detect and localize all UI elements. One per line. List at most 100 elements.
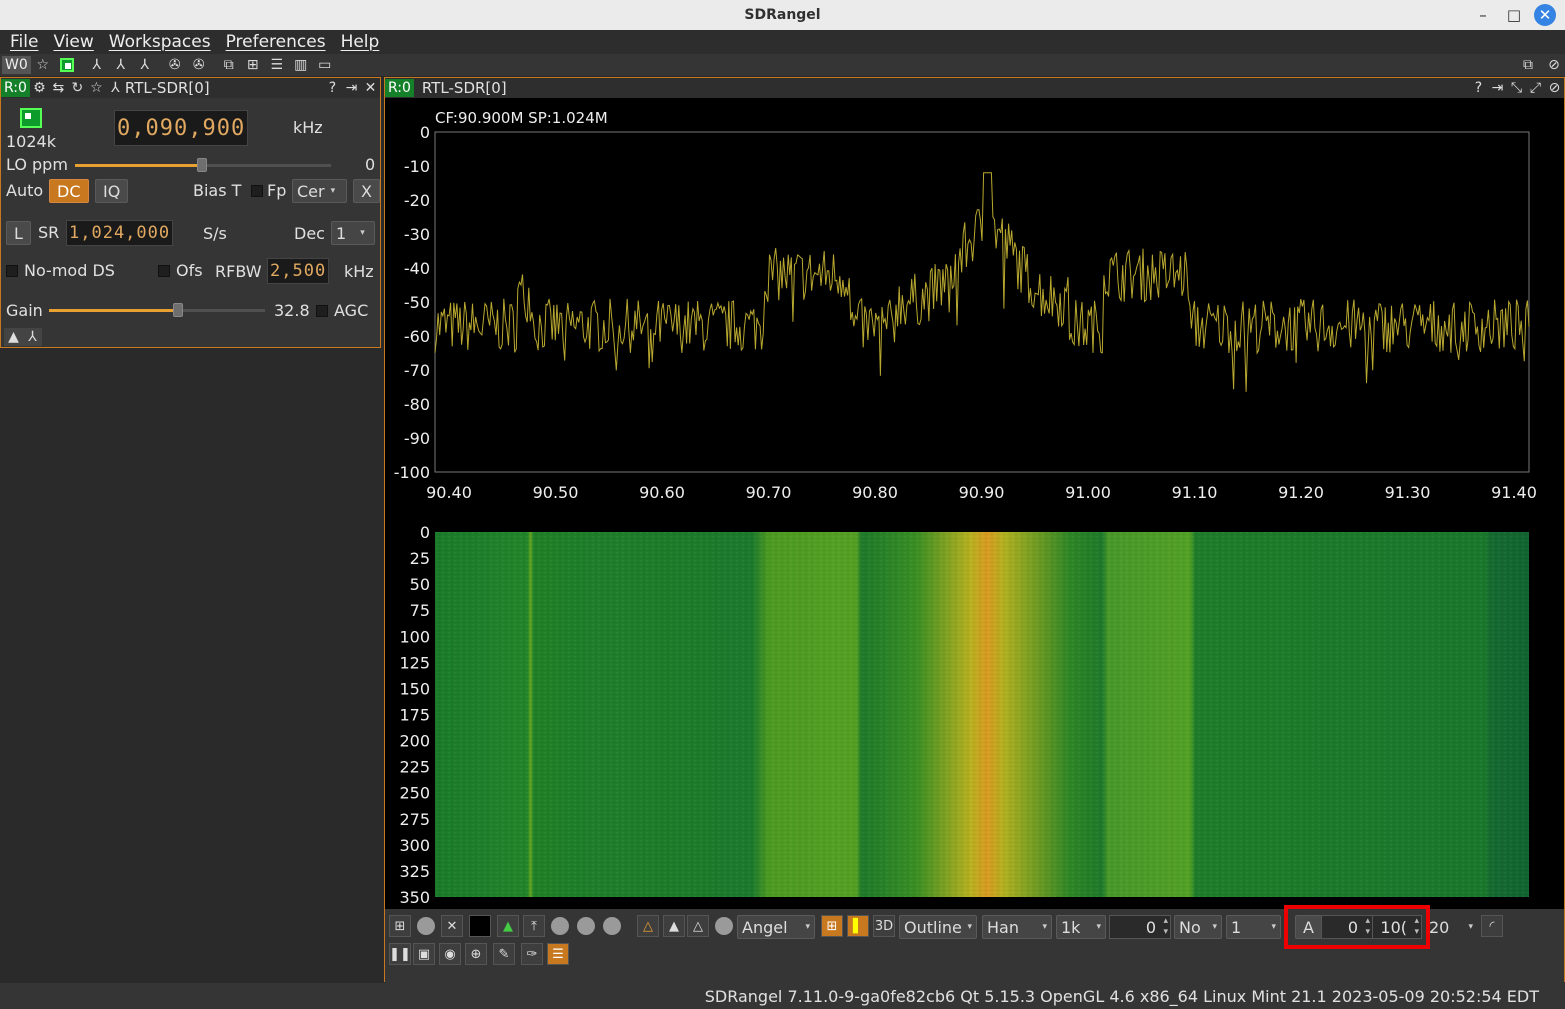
add-rx-device-icon[interactable]: ⅄ — [87, 56, 107, 74]
fp-combo[interactable]: Cer ▾ — [292, 179, 347, 203]
save-icon[interactable]: ▣ — [413, 943, 435, 965]
waterfall-tick-label: 50 — [410, 575, 430, 594]
menu-preferences[interactable]: Preferences — [226, 32, 326, 52]
ref-level-spin[interactable]: 0 — [1321, 915, 1373, 939]
spectrum-display[interactable]: 0 -10 -20 -30 -40 -50 -60 -70 -80 -90 -10090.40 90.… — [385, 98, 1564, 909]
calibration-icon[interactable]: ✎ — [493, 943, 515, 965]
title-bar: SDRangel – □ ✕ — [0, 0, 1565, 30]
settings-tool-icon[interactable]: ✑ — [521, 943, 543, 965]
add-channel-icon[interactable]: ⅄ — [23, 328, 42, 346]
maximize-spectrum-icon[interactable]: ⤢ — [1526, 79, 1545, 97]
wf-color-icon[interactable]: ▌ — [847, 915, 869, 937]
palette-combo[interactable]: Angel ▾ — [737, 915, 815, 939]
fft-window-combo[interactable]: Han ▾ — [982, 915, 1052, 939]
color-map-icon[interactable]: ⊞ — [821, 915, 843, 937]
help-icon[interactable]: ? — [323, 79, 342, 97]
linear-scale-icon[interactable]: ◜ — [1481, 915, 1503, 937]
change-device-icon[interactable]: ⇆ — [49, 79, 68, 97]
max-hold-icon[interactable]: ⤒ — [523, 915, 545, 937]
stack-windows-icon[interactable]: ☰ — [267, 56, 287, 74]
close-panel-icon[interactable]: ✕ — [361, 79, 380, 97]
menu-view[interactable]: View — [53, 32, 93, 52]
tile-windows-icon[interactable]: ⊞ — [243, 56, 263, 74]
x-button[interactable]: X — [353, 179, 380, 203]
stroke-icon[interactable] — [603, 917, 621, 935]
dc-button[interactable]: DC — [49, 179, 89, 203]
show-spectrum-icon[interactable]: ▲ — [4, 328, 23, 346]
measure-icon[interactable]: ◉ — [439, 943, 461, 965]
annotations-icon[interactable]: ☰ — [547, 943, 569, 965]
iq-button[interactable]: IQ — [95, 179, 129, 203]
decay-divisor-icon[interactable] — [577, 917, 595, 935]
x-tick-label: 91.40 — [1491, 483, 1537, 502]
start-button[interactable] — [20, 108, 42, 128]
fft-overlap-spin[interactable]: 0 — [1109, 915, 1171, 939]
menu-file[interactable]: File — [10, 32, 38, 52]
spectrum-help-icon[interactable]: ? — [1469, 79, 1488, 97]
cascade-windows-icon[interactable]: ⧉ — [219, 56, 239, 74]
maximize-button[interactable]: □ — [1503, 4, 1525, 26]
current-trace-icon[interactable]: ▲ — [663, 915, 685, 937]
settings-icon[interactable]: ⚙ — [30, 79, 49, 97]
add-feature-icon[interactable]: ✇ — [165, 56, 185, 74]
add-mimo-device-icon[interactable]: ⅄ — [135, 56, 155, 74]
max-hold-trace-icon[interactable]: △ — [637, 915, 659, 937]
menu-bar: File View Workspaces Preferences Help — [0, 30, 1565, 54]
move-icon[interactable]: ⇥ — [342, 79, 361, 97]
style-combo[interactable]: Outline ▾ — [899, 915, 977, 939]
spectrum-move-icon[interactable]: ⇥ — [1488, 79, 1507, 97]
y-tick-label: -100 — [394, 463, 430, 482]
minimize-button[interactable]: – — [1472, 4, 1494, 26]
histogram-icon[interactable]: △ — [687, 915, 709, 937]
stack-columns-icon[interactable]: ▥ — [291, 56, 311, 74]
menu-workspaces[interactable]: Workspaces — [109, 32, 211, 52]
lo-ppm-slider[interactable] — [75, 158, 331, 172]
auto-stack-icon[interactable]: ▭ — [315, 56, 335, 74]
ofs-checkbox[interactable]: Ofs — [158, 261, 203, 280]
frequency-dial[interactable]: 0,090,900 — [114, 110, 249, 146]
averaging-count-combo[interactable]: 1 ▾ — [1226, 915, 1281, 939]
3d-spectrogram-icon[interactable]: 3D — [873, 915, 895, 937]
workspace-button[interactable]: W0 — [2, 56, 31, 74]
decay-icon[interactable] — [551, 917, 569, 935]
auto-scale-button[interactable]: A — [1295, 915, 1322, 939]
grid-icon[interactable]: ⊞ — [389, 915, 411, 937]
y-tick-label: 0 — [420, 123, 430, 142]
hide-icon[interactable]: ⊘ — [1544, 56, 1564, 74]
fps-combo[interactable]: 20 ▾ — [1425, 915, 1477, 939]
range-spin[interactable]: 10( — [1372, 915, 1422, 939]
dec-combo-value: 1 — [336, 223, 347, 243]
x-tick-label: 91.20 — [1278, 483, 1324, 502]
features-icon[interactable]: ✇ — [189, 56, 209, 74]
start-stop-icon[interactable] — [57, 56, 77, 74]
fft-size-combo[interactable]: 1k ▾ — [1056, 915, 1106, 939]
clear-icon[interactable]: ✕ — [441, 915, 463, 937]
nomod-checkbox[interactable]: No-mod DS — [6, 261, 115, 280]
waterfall-tick-label: 25 — [410, 549, 430, 568]
add-tx-device-icon[interactable]: ⅄ — [111, 56, 131, 74]
close-button[interactable]: ✕ — [1534, 4, 1556, 26]
markers-icon[interactable]: ⊕ — [465, 943, 487, 965]
gain-knob[interactable] — [173, 303, 183, 317]
undock-icon[interactable]: ⧉ — [1518, 56, 1538, 74]
rfbw-dial[interactable]: 2,500 — [267, 258, 330, 284]
averaging-mode-combo[interactable]: No ▾ — [1174, 915, 1222, 939]
background-icon[interactable] — [469, 915, 491, 937]
spectrum-header: R:0 RTL-SDR[0] ? ⇥ ⤡ ⤢ ⊘ — [385, 78, 1564, 98]
sample-rate-dial[interactable]: 1,024,000 — [66, 220, 174, 246]
reload-icon[interactable]: ↻ — [68, 79, 87, 97]
menu-help[interactable]: Help — [341, 32, 380, 52]
waterfall-toggle-icon[interactable]: ▲ — [497, 915, 519, 937]
shrink-icon[interactable]: ⤡ — [1507, 79, 1526, 97]
dec-combo[interactable]: 1 ▾ — [331, 221, 375, 245]
trace-intensity-icon[interactable] — [715, 917, 733, 935]
preset-star-icon[interactable]: ☆ — [87, 79, 106, 97]
hide-spectrum-icon[interactable]: ⊘ — [1545, 79, 1564, 97]
agc-checkbox[interactable]: AGC — [316, 301, 368, 320]
grid-intensity-icon[interactable] — [417, 917, 435, 935]
gain-slider[interactable] — [49, 303, 265, 317]
freeze-icon[interactable]: ❚❚ — [389, 943, 411, 965]
l-button[interactable]: L — [6, 221, 31, 245]
lo-ppm-knob[interactable] — [197, 158, 207, 172]
star-icon[interactable]: ☆ — [33, 56, 53, 74]
